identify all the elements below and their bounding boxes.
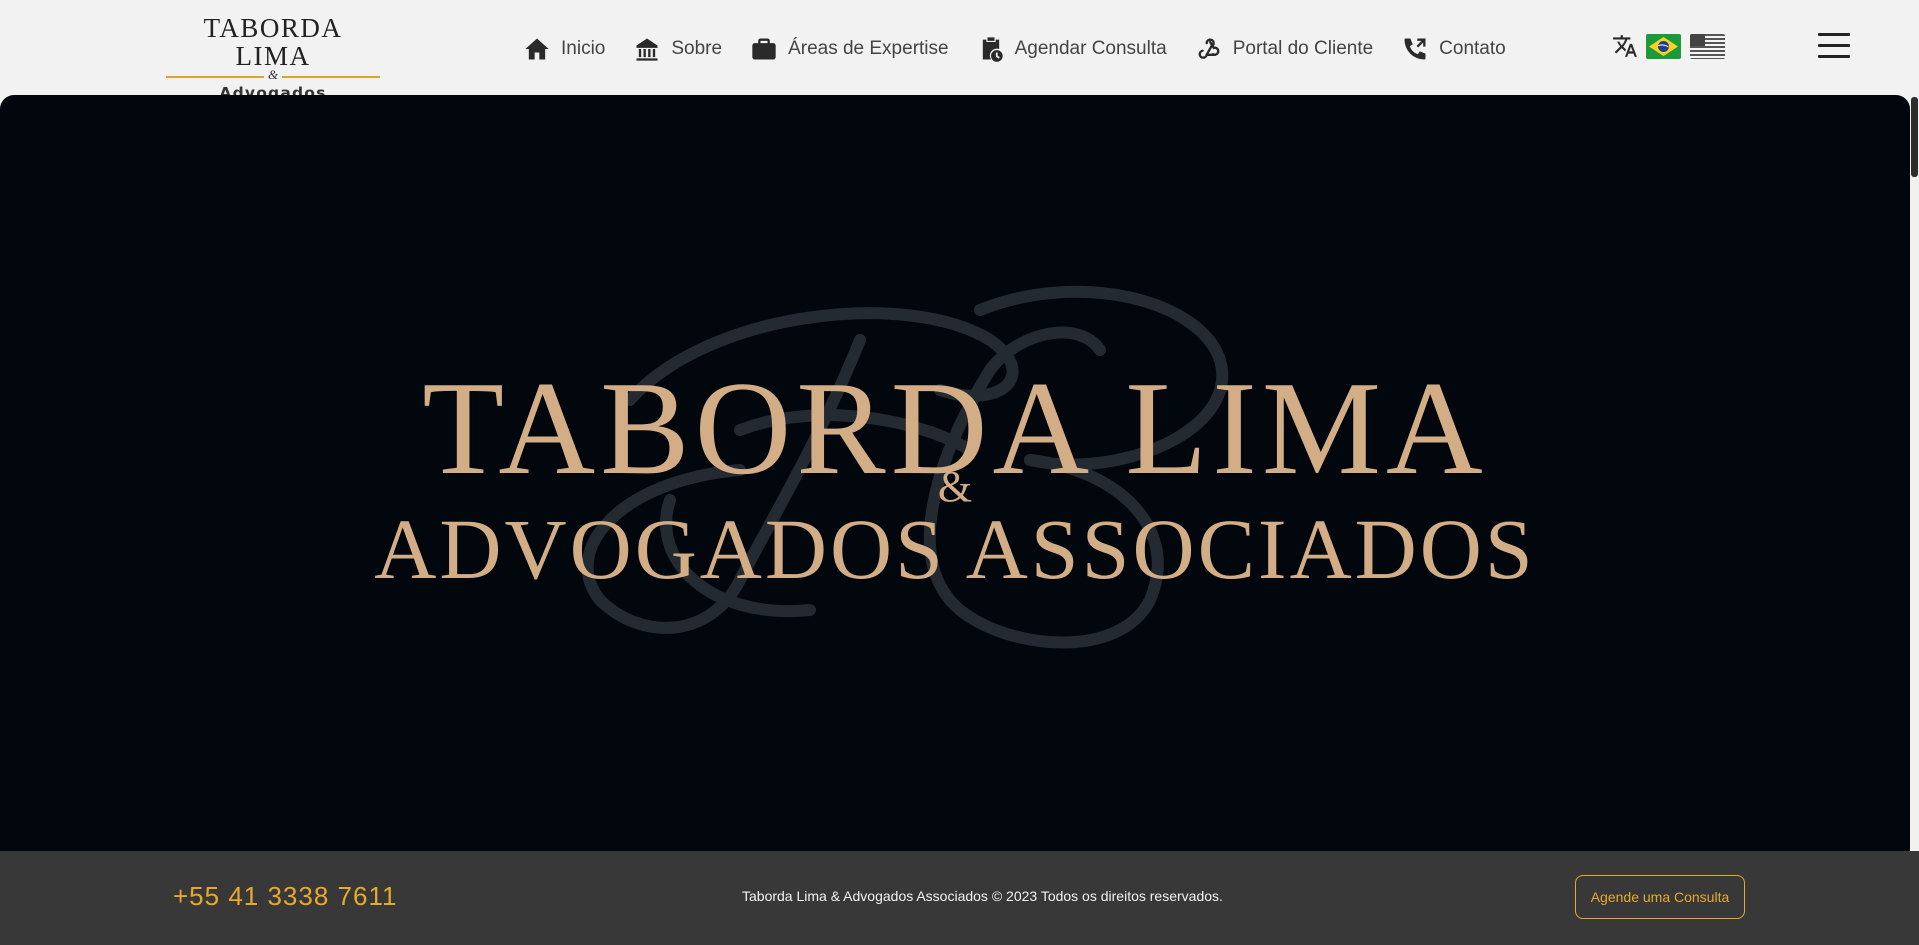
main-nav: Inicio Sobre Áreas de Expertise Agendar … bbox=[523, 33, 1534, 65]
building-icon bbox=[636, 38, 658, 61]
brazil-flag[interactable] bbox=[1646, 33, 1681, 59]
hero-banner: TABORDA LIMA & ADVOGADOS ASSOCIADOS bbox=[0, 95, 1910, 851]
nav-item-inicio[interactable]: Inicio bbox=[523, 35, 605, 63]
footer-copyright: Taborda Lima & Advogados Associados © 20… bbox=[742, 888, 1223, 904]
home-icon bbox=[525, 38, 549, 60]
nav-item-contato[interactable]: Contato bbox=[1401, 35, 1506, 63]
logo-line-right bbox=[282, 76, 380, 78]
site-footer: +55 41 3338 7611 Taborda Lima & Advogado… bbox=[0, 851, 1919, 945]
footer-phone[interactable]: +55 41 3338 7611 bbox=[173, 881, 397, 912]
webhook-icon bbox=[1198, 38, 1220, 59]
nav-item-areas[interactable]: Áreas de Expertise bbox=[750, 35, 949, 63]
logo-line-left bbox=[166, 76, 264, 78]
logo-divider: & bbox=[165, 67, 381, 82]
nav-label: Contato bbox=[1439, 38, 1506, 59]
nav-label: Portal do Cliente bbox=[1232, 38, 1374, 59]
site-header: TABORDA LIMA & Advogados Associados Inic… bbox=[0, 0, 1919, 120]
translate-icon[interactable] bbox=[1612, 33, 1638, 59]
hero-title-line2: ADVOGADOS ASSOCIADOS bbox=[374, 501, 1536, 597]
usa-flag[interactable] bbox=[1690, 33, 1725, 59]
logo-ampersand: & bbox=[267, 67, 279, 82]
briefcase-icon bbox=[752, 38, 776, 60]
scrollbar-thumb[interactable] bbox=[1911, 97, 1918, 177]
nav-item-agendar[interactable]: Agendar Consulta bbox=[977, 35, 1167, 63]
nav-label: Inicio bbox=[561, 38, 606, 59]
nav-label: Áreas de Expertise bbox=[788, 38, 949, 59]
nav-label: Sobre bbox=[671, 38, 723, 59]
phone-icon bbox=[1404, 38, 1426, 60]
nav-item-sobre[interactable]: Sobre bbox=[633, 35, 722, 63]
clipboard-clock-icon bbox=[982, 37, 1003, 62]
page-scrollbar[interactable] bbox=[1910, 95, 1919, 851]
nav-label: Agendar Consulta bbox=[1014, 38, 1167, 59]
logo-title: TABORDA LIMA bbox=[203, 13, 343, 71]
language-switcher bbox=[1612, 33, 1734, 59]
nav-item-portal[interactable]: Portal do Cliente bbox=[1195, 35, 1373, 63]
schedule-consultation-button[interactable]: Agende uma Consulta bbox=[1575, 875, 1745, 919]
hamburger-icon[interactable] bbox=[1818, 33, 1850, 59]
